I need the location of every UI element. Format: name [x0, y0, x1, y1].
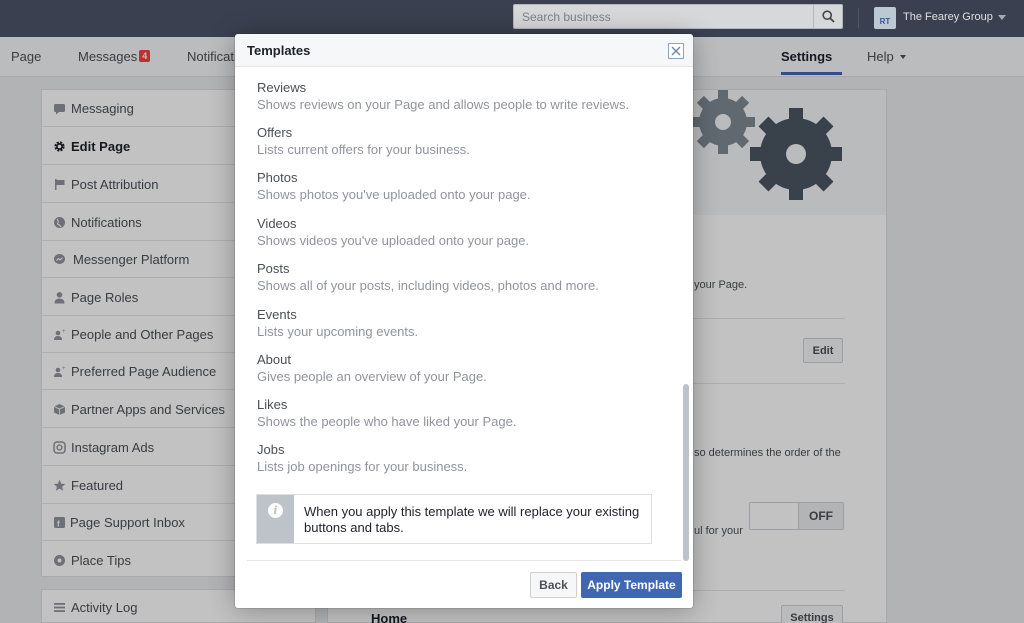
template-item[interactable]: Photos Shows photos you've uploaded onto… [257, 170, 677, 203]
avatar[interactable]: RT [874, 7, 896, 29]
template-description: Lists job openings for your business. [257, 459, 468, 474]
template-name: Likes [257, 397, 288, 412]
template-description: Shows videos you've uploaded onto your p… [257, 233, 530, 248]
template-name: Jobs [257, 442, 285, 457]
template-item[interactable]: Posts Shows all of your posts, including… [257, 261, 677, 294]
template-item[interactable]: About Gives people an overview of your P… [257, 352, 677, 385]
info-notice: i When you apply this template we will r… [256, 494, 652, 544]
template-name: Posts [257, 261, 290, 276]
template-name: Videos [257, 216, 297, 231]
top-bar: RT The Fearey Group [0, 0, 1024, 37]
dialog-header: Templates [235, 34, 693, 67]
template-item[interactable]: Reviews Shows reviews on your Page and a… [257, 80, 677, 113]
chevron-down-icon[interactable] [998, 15, 1006, 20]
notice-icon-column: i [257, 495, 294, 543]
template-description: Shows photos you've uploaded onto your p… [257, 187, 531, 202]
back-button[interactable]: Back [530, 572, 577, 598]
template-name: Events [257, 307, 297, 322]
divider [247, 560, 681, 561]
template-description: Gives people an overview of your Page. [257, 369, 487, 384]
close-icon [671, 46, 681, 56]
template-name: Reviews [257, 80, 307, 95]
search-box [513, 4, 843, 29]
close-button[interactable] [668, 43, 684, 59]
template-name: Photos [257, 170, 298, 185]
apply-template-button[interactable]: Apply Template [581, 572, 682, 598]
template-item[interactable]: Offers Lists current offers for your bus… [257, 125, 677, 158]
template-item[interactable]: Videos Shows videos you've uploaded onto… [257, 216, 677, 249]
template-description: Lists your upcoming events. [257, 324, 419, 339]
template-name: Offers [257, 125, 293, 140]
template-description: Shows the people who have liked your Pag… [257, 414, 517, 429]
template-name: About [257, 352, 291, 367]
template-item[interactable]: Likes Shows the people who have liked yo… [257, 397, 677, 430]
templates-dialog: Templates Reviews Shows reviews on your … [235, 34, 693, 608]
template-description: Shows all of your posts, including video… [257, 278, 599, 293]
search-icon [821, 10, 835, 23]
info-icon: i [268, 503, 283, 518]
notice-text: When you apply this template we will rep… [304, 504, 640, 535]
divider [858, 8, 859, 28]
scrollbar-thumb[interactable] [683, 384, 689, 561]
template-description: Lists current offers for your business. [257, 142, 470, 157]
account-name[interactable]: The Fearey Group [903, 11, 993, 23]
dialog-title: Templates [247, 43, 311, 58]
template-item[interactable]: Events Lists your upcoming events. [257, 307, 677, 340]
template-item[interactable]: Jobs Lists job openings for your busines… [257, 442, 677, 475]
template-description: Shows reviews on your Page and allows pe… [257, 97, 630, 112]
search-input[interactable] [514, 5, 814, 28]
search-button[interactable] [813, 5, 842, 28]
